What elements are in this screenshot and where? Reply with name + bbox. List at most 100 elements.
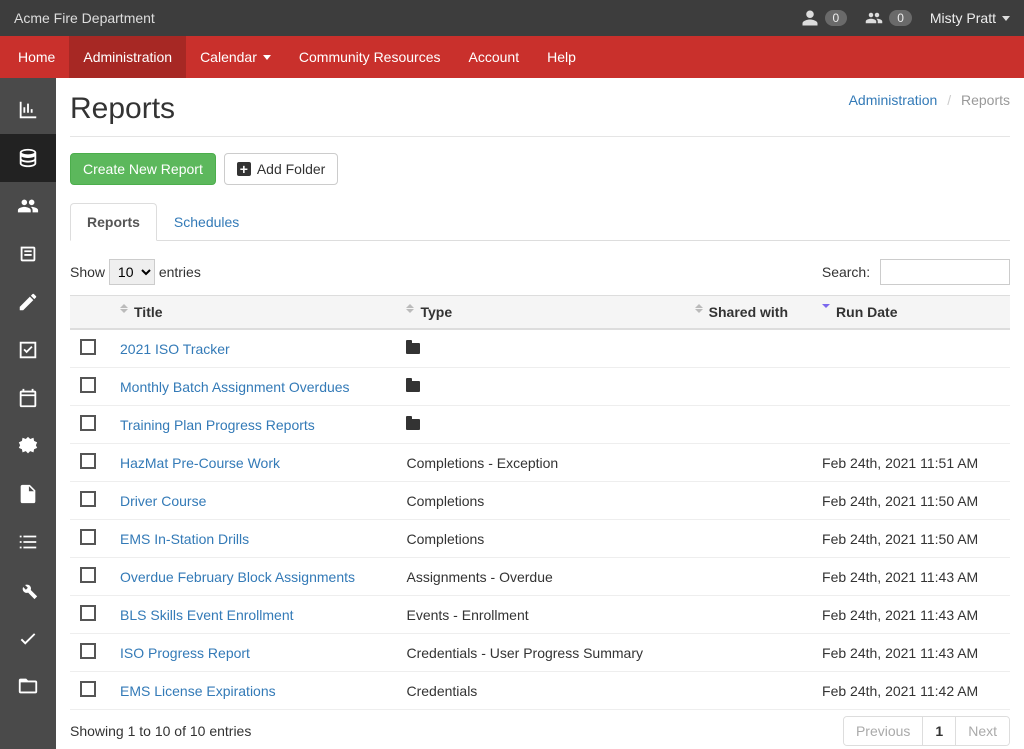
row-run-date <box>812 368 1010 406</box>
badge-icon <box>17 435 39 457</box>
table-row: EMS License ExpirationsCredentialsFeb 24… <box>70 672 1010 710</box>
col-run-date[interactable]: Run Date <box>812 296 1010 330</box>
sidebar-item-users[interactable] <box>0 182 56 230</box>
row-checkbox[interactable] <box>80 339 96 355</box>
tab-schedules[interactable]: Schedules <box>157 203 256 241</box>
nav-administration[interactable]: Administration <box>69 36 186 78</box>
breadcrumb-admin[interactable]: Administration <box>849 92 938 108</box>
row-checkbox[interactable] <box>80 415 96 431</box>
row-title-link[interactable]: BLS Skills Event Enrollment <box>120 607 294 623</box>
col-shared-with[interactable]: Shared with <box>685 296 812 330</box>
nav-calendar[interactable]: Calendar <box>186 36 285 78</box>
row-title-link[interactable]: EMS License Expirations <box>120 683 276 699</box>
user-badge[interactable]: 0 <box>801 9 848 27</box>
row-run-date: Feb 24th, 2021 11:43 AM <box>812 558 1010 596</box>
sidebar-item-documents[interactable] <box>0 470 56 518</box>
search-label: Search: <box>822 264 870 280</box>
row-title-link[interactable]: Monthly Batch Assignment Overdues <box>120 379 350 395</box>
sidebar-item-library[interactable] <box>0 230 56 278</box>
table-row: Monthly Batch Assignment Overdues <box>70 368 1010 406</box>
nav-help[interactable]: Help <box>533 36 590 78</box>
row-shared <box>685 634 812 672</box>
row-run-date <box>812 329 1010 368</box>
page-prev[interactable]: Previous <box>844 717 923 745</box>
row-checkbox[interactable] <box>80 681 96 697</box>
nav-community[interactable]: Community Resources <box>285 36 455 78</box>
row-title-link[interactable]: ISO Progress Report <box>120 645 250 661</box>
document-icon <box>17 483 39 505</box>
plus-icon: + <box>237 162 251 176</box>
row-shared <box>685 672 812 710</box>
user-name: Misty Pratt <box>930 10 996 26</box>
row-run-date: Feb 24th, 2021 11:43 AM <box>812 634 1010 672</box>
sidebar-item-calendar[interactable] <box>0 374 56 422</box>
page-1[interactable]: 1 <box>923 717 956 745</box>
check-icon <box>17 627 39 649</box>
create-new-report-button[interactable]: Create New Report <box>70 153 216 185</box>
folder-open-icon <box>17 675 39 697</box>
add-folder-label: Add Folder <box>257 161 325 177</box>
row-title-link[interactable]: HazMat Pre-Course Work <box>120 455 280 471</box>
group-badge[interactable]: 0 <box>865 9 912 27</box>
row-checkbox[interactable] <box>80 529 96 545</box>
nav-home[interactable]: Home <box>4 36 69 78</box>
row-type: Completions <box>406 531 484 547</box>
group-count: 0 <box>889 10 912 26</box>
row-title-link[interactable]: Driver Course <box>120 493 206 509</box>
row-checkbox[interactable] <box>80 643 96 659</box>
row-shared <box>685 368 812 406</box>
reports-table: Title Type Shared with Run Date 2021 ISO… <box>70 295 1010 710</box>
row-run-date: Feb 24th, 2021 11:50 AM <box>812 520 1010 558</box>
sidebar-item-dashboard[interactable] <box>0 86 56 134</box>
search-input[interactable] <box>880 259 1010 285</box>
row-title-link[interactable]: 2021 ISO Tracker <box>120 341 230 357</box>
page-size-select[interactable]: 10 <box>109 259 155 285</box>
list-check-icon <box>17 531 39 553</box>
show-prefix: Show <box>70 264 105 280</box>
row-shared <box>685 596 812 634</box>
edit-icon <box>17 291 39 313</box>
table-row: Overdue February Block AssignmentsAssign… <box>70 558 1010 596</box>
caret-down-icon <box>1002 16 1010 21</box>
row-title-link[interactable]: Training Plan Progress Reports <box>120 417 315 433</box>
row-shared <box>685 520 812 558</box>
col-type[interactable]: Type <box>396 296 684 330</box>
page-title: Reports <box>70 92 175 126</box>
people-icon <box>865 9 883 27</box>
row-checkbox[interactable] <box>80 605 96 621</box>
row-shared <box>685 482 812 520</box>
sidebar-item-folder[interactable] <box>0 662 56 710</box>
row-run-date: Feb 24th, 2021 11:51 AM <box>812 444 1010 482</box>
main-content: Reports Administration / Reports Create … <box>56 78 1024 749</box>
row-checkbox[interactable] <box>80 453 96 469</box>
row-run-date: Feb 24th, 2021 11:50 AM <box>812 482 1010 520</box>
bar-chart-icon <box>17 99 39 121</box>
row-type: Credentials <box>406 683 477 699</box>
sidebar-item-compose[interactable] <box>0 278 56 326</box>
user-menu[interactable]: Misty Pratt <box>930 10 1010 26</box>
tab-reports[interactable]: Reports <box>70 203 157 241</box>
row-type: Events - Enrollment <box>406 607 528 623</box>
wrench-icon <box>17 579 39 601</box>
sidebar-item-reports[interactable] <box>0 134 56 182</box>
col-title[interactable]: Title <box>110 296 396 330</box>
row-checkbox[interactable] <box>80 377 96 393</box>
nav-account[interactable]: Account <box>455 36 534 78</box>
sidebar-item-approvals[interactable] <box>0 326 56 374</box>
row-title-link[interactable]: EMS In-Station Drills <box>120 531 249 547</box>
nav-calendar-label: Calendar <box>200 49 257 65</box>
row-checkbox[interactable] <box>80 491 96 507</box>
org-name: Acme Fire Department <box>14 10 155 26</box>
sidebar-item-badges[interactable] <box>0 422 56 470</box>
page-next[interactable]: Next <box>956 717 1009 745</box>
row-run-date <box>812 406 1010 444</box>
user-count: 0 <box>825 10 848 26</box>
add-folder-button[interactable]: + Add Folder <box>224 153 338 185</box>
sidebar-item-tools[interactable] <box>0 566 56 614</box>
row-title-link[interactable]: Overdue February Block Assignments <box>120 569 355 585</box>
row-checkbox[interactable] <box>80 567 96 583</box>
people-icon <box>17 195 39 217</box>
folder-icon <box>406 343 420 354</box>
sidebar-item-check[interactable] <box>0 614 56 662</box>
sidebar-item-tasks[interactable] <box>0 518 56 566</box>
